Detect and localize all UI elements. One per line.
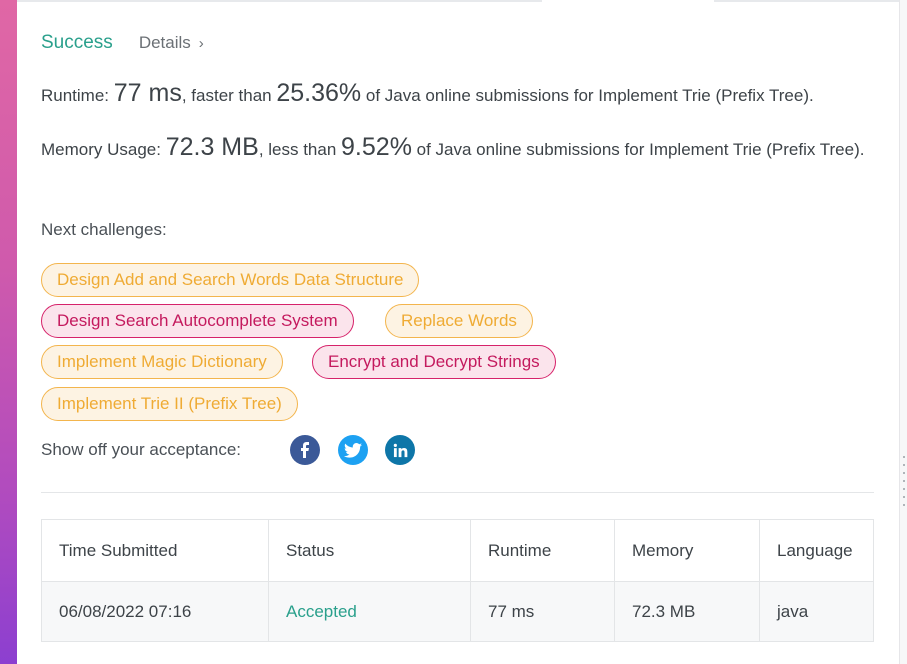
column-header: Memory [615, 520, 760, 581]
memory-percent: 9.52% [341, 133, 412, 161]
panel-resize-gutter[interactable] [899, 0, 907, 664]
details-label: Details [138, 33, 191, 52]
facebook-icon[interactable] [290, 435, 320, 465]
column-header: Time Submitted [42, 520, 269, 581]
memory-value: 72.3 MB [165, 133, 259, 161]
memory-suffix: of Java online submissions for Implement… [411, 140, 865, 159]
challenge-chip[interactable]: Encrypt and Decrypt Strings [312, 345, 556, 379]
runtime-percent: 25.36% [276, 79, 362, 107]
drag-handle-icon[interactable] [903, 456, 905, 512]
column-header: Status [269, 520, 471, 581]
table-header-row: Time Submitted Status Runtime Memory Lan… [42, 520, 873, 581]
time-submitted-cell: 06/08/2022 07:16 [42, 582, 269, 641]
column-header: Language [777, 540, 853, 560]
runtime-suffix: of Java online submissions for Implement… [361, 86, 814, 105]
challenge-chip[interactable]: Design Search Autocomplete System [41, 304, 354, 338]
runtime-cell: 77 ms [471, 582, 615, 641]
column-header: Runtime [471, 520, 615, 581]
submission-result-panel: Success Details › Runtime: 77 ms, faster… [17, 0, 899, 664]
twitter-icon[interactable] [338, 435, 368, 465]
desktop-background [0, 0, 17, 664]
details-link[interactable]: Details › [139, 33, 204, 53]
memory-label: Memory Usage: [41, 140, 166, 159]
divider [41, 492, 874, 493]
table-row: 06/08/2022 07:16 Accepted 77 ms 72.3 MB … [42, 581, 873, 641]
share-label: Show off your acceptance: [41, 440, 242, 459]
challenge-chip[interactable]: Design Add and Search Words Data Structu… [41, 263, 420, 297]
accepted-link[interactable]: Accepted [286, 602, 357, 622]
linkedin-icon[interactable] [385, 435, 415, 465]
runtime-value: 77 ms [113, 79, 182, 107]
memory-compare: , less than [258, 140, 342, 159]
submissions-table: Time Submitted Status Runtime Memory Lan… [41, 519, 874, 642]
tab-strip [17, 0, 899, 2]
next-challenges-label: Next challenges: [41, 220, 167, 239]
result-header: Success Details › [41, 32, 204, 54]
chevron-right-icon: › [198, 34, 204, 52]
status-cell: Accepted [269, 582, 471, 641]
challenge-chip[interactable]: Replace Words [385, 304, 533, 338]
memory-cell: 72.3 MB [615, 582, 760, 641]
active-tab-indicator [542, 0, 714, 2]
language-cell: java [777, 601, 809, 621]
runtime-label: Runtime: [41, 86, 114, 105]
memory-summary: Memory Usage: 72.3 MB, less than 9.52% o… [41, 134, 871, 163]
runtime-summary: Runtime: 77 ms, faster than 25.36% of Ja… [41, 80, 871, 109]
runtime-compare: , faster than [181, 86, 277, 105]
result-status: Success [41, 32, 113, 53]
challenge-chip[interactable]: Implement Magic Dictionary [41, 345, 283, 379]
challenge-chip[interactable]: Implement Trie II (Prefix Tree) [41, 387, 298, 421]
